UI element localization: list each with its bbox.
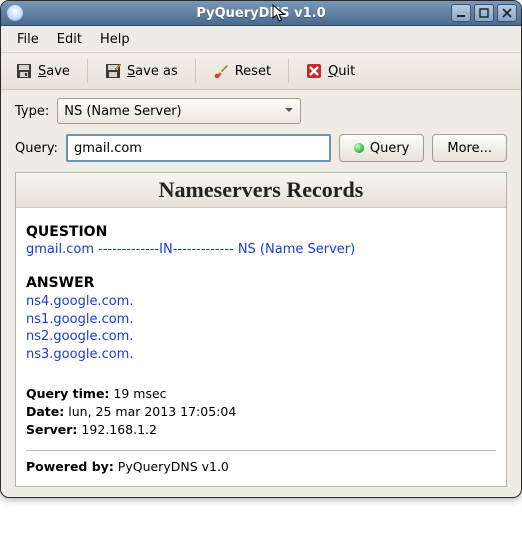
floppy-icon: [16, 63, 32, 79]
close-button[interactable]: [497, 4, 517, 22]
toolbar-separator: [195, 59, 196, 83]
maximize-button[interactable]: [474, 4, 494, 22]
menu-help[interactable]: Help: [92, 29, 138, 50]
window-buttons: [451, 4, 521, 22]
answer-item[interactable]: ns1.google.com.: [26, 312, 133, 327]
brush-icon: [213, 63, 229, 79]
type-label: Type:: [15, 104, 49, 119]
quit-icon: [306, 63, 322, 79]
floppy-pencil-icon: [105, 63, 121, 79]
question-sep: -------------: [94, 242, 159, 257]
question-sep2: -------------: [173, 242, 238, 257]
saveas-mnemonic: S: [127, 64, 135, 79]
results-panel: Nameservers Records QUESTION gmail.com -…: [15, 172, 507, 487]
results-title: Nameservers Records: [16, 177, 506, 203]
menu-file[interactable]: File: [9, 29, 47, 50]
powered-value: PyQueryDNS v1.0: [118, 459, 229, 474]
cursor-icon: [272, 4, 288, 24]
more-button[interactable]: More...: [432, 134, 507, 162]
type-combobox[interactable]: NS (Name Server): [57, 98, 301, 124]
app-icon: [7, 5, 23, 21]
question-line: gmail.com -------------IN------------- N…: [26, 242, 496, 257]
server-value: 192.168.1.2: [81, 422, 157, 437]
save-label: ave: [46, 64, 70, 79]
execute-icon: [354, 143, 364, 153]
powered-label: Powered by:: [26, 459, 114, 474]
query-label: Query:: [15, 141, 58, 156]
saveas-label: ave as: [135, 64, 178, 79]
question-type[interactable]: NS (Name Server): [238, 242, 355, 257]
quit-button[interactable]: Quit: [299, 59, 362, 83]
chevron-down-icon: [284, 104, 294, 119]
toolbar-separator: [87, 59, 88, 83]
querytime-label: Query time:: [26, 386, 109, 401]
answer-list: ns4.google.com. ns1.google.com. ns2.google…: [26, 293, 496, 363]
querytime-value: 19 msec: [113, 386, 166, 401]
answer-item[interactable]: ns3.google.com.: [26, 347, 133, 362]
question-domain[interactable]: gmail.com: [26, 242, 94, 257]
date-value: lun, 25 mar 2013 17:05:04: [68, 404, 236, 419]
answer-item[interactable]: ns4.google.com.: [26, 294, 133, 309]
more-button-label: More...: [447, 141, 492, 156]
reset-label: Reset: [235, 64, 271, 79]
meta-block: Query time: 19 msec Date: lun, 25 mar 20…: [26, 385, 496, 439]
save-button[interactable]: SSaveave: [9, 59, 77, 83]
query-button-label: Query: [370, 141, 410, 156]
type-value: NS (Name Server): [64, 104, 181, 119]
answer-heading: ANSWER: [26, 275, 496, 291]
powered-by: Powered by: PyQueryDNS v1.0: [26, 459, 496, 474]
question-heading: QUESTION: [26, 224, 496, 240]
query-input[interactable]: [66, 134, 331, 162]
toolbar-separator: [288, 59, 289, 83]
question-class: IN: [159, 242, 173, 257]
app-window: PyQueryDNS v1.0 File Edit Help SSaveave …: [0, 0, 522, 498]
menu-edit[interactable]: Edit: [49, 29, 90, 50]
saveas-button[interactable]: Save as: [98, 59, 185, 83]
minimize-button[interactable]: [451, 4, 471, 22]
server-label: Server:: [26, 422, 77, 437]
date-label: Date:: [26, 404, 64, 419]
toolbar: SSaveave Save as Reset Quit: [1, 53, 521, 90]
query-area: Type: NS (Name Server) Query: Query More…: [1, 90, 521, 497]
query-button[interactable]: Query: [339, 134, 425, 162]
quit-label: uit: [338, 64, 355, 79]
answer-item[interactable]: ns2.google.com.: [26, 329, 133, 344]
divider: [26, 450, 496, 451]
quit-mnemonic: Q: [328, 64, 338, 79]
window-title: PyQueryDNS v1.0: [1, 6, 521, 21]
menubar: File Edit Help: [1, 26, 521, 53]
reset-button[interactable]: Reset: [206, 59, 278, 83]
results-header: Nameservers Records: [16, 173, 506, 208]
titlebar[interactable]: PyQueryDNS v1.0: [1, 1, 521, 26]
